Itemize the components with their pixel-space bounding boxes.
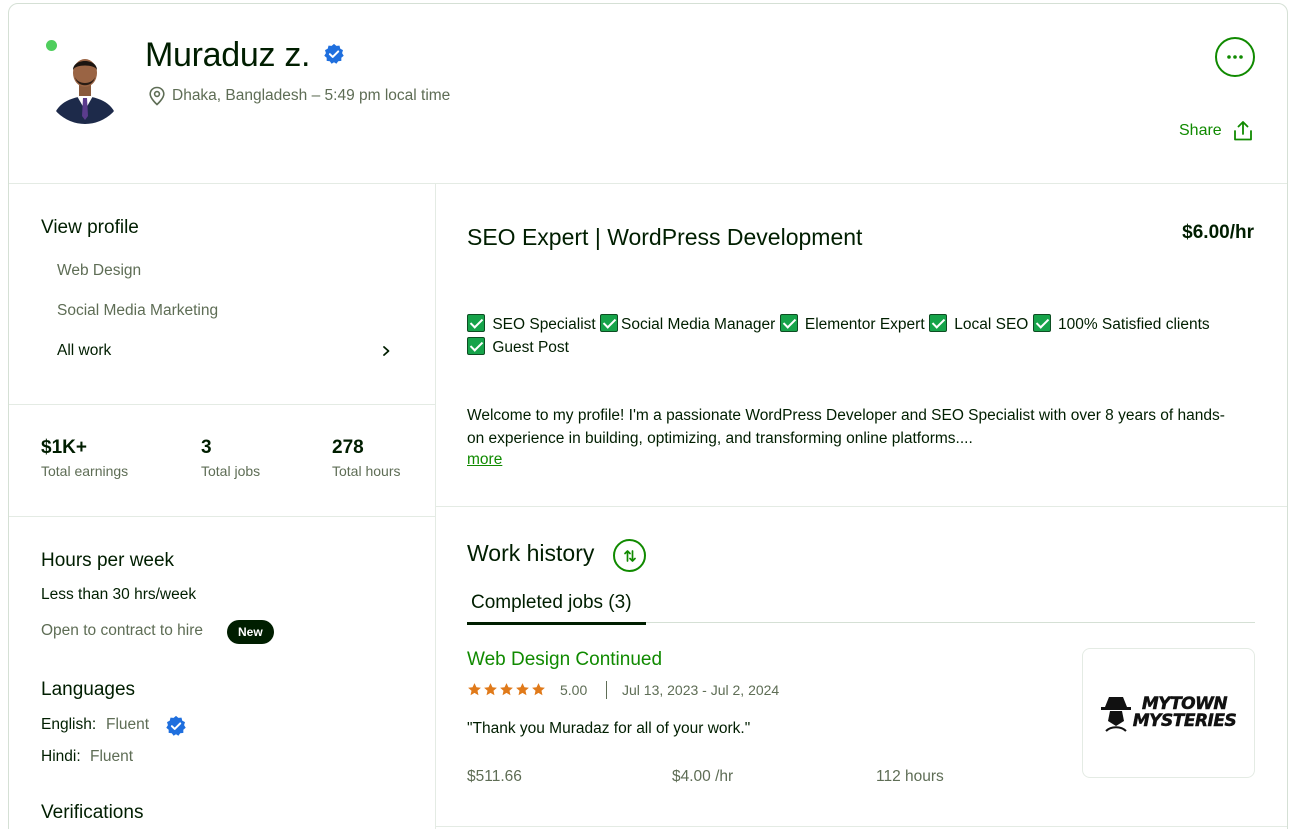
stat-total-earnings: $1K+ Total earnings <box>41 437 128 479</box>
tab-completed-jobs[interactable]: Completed jobs (3) <box>467 592 646 625</box>
stat-value: 278 <box>332 437 364 458</box>
job-rating: 5.00 <box>560 682 588 698</box>
stat-label: Total hours <box>332 463 401 479</box>
check-icon <box>600 314 619 332</box>
more-horizontal-icon <box>1227 55 1243 59</box>
profile-overview: Welcome to my profile! I'm a passionate … <box>467 404 1257 450</box>
work-history-bottom-divider <box>436 826 1287 827</box>
header-divider <box>9 183 1287 184</box>
language-name-english: English: <box>41 716 97 733</box>
freelancer-name: Muraduz z. <box>145 36 311 74</box>
share-button[interactable]: Share <box>1179 120 1254 142</box>
star-rating <box>467 682 546 697</box>
verified-badge-icon <box>166 715 186 736</box>
map-pin-icon <box>149 86 165 106</box>
sort-arrows-icon <box>623 549 636 562</box>
skill-bullet: 100% Satisfied clients <box>1057 316 1210 333</box>
check-icon <box>779 314 798 332</box>
sidebar-divider-1 <box>9 404 435 405</box>
skills-bullets: SEO Specialist Social Media Manager Elem… <box>467 313 1257 359</box>
check-icon <box>467 337 485 355</box>
star-icon <box>484 683 497 696</box>
check-icon <box>928 314 947 332</box>
client-logo-line: MYSTERIES <box>1132 711 1237 731</box>
sidebar-item-social-media-marketing[interactable]: Social Media Marketing <box>57 302 218 320</box>
chevron-right-icon[interactable] <box>380 342 392 360</box>
new-badge: New <box>227 620 274 644</box>
stat-label: Total jobs <box>201 463 261 479</box>
client-logo[interactable]: MYTOWN MYSTERIES <box>1082 648 1255 778</box>
tab-underline-track <box>646 622 1255 623</box>
job-earned: $511.66 <box>467 768 522 785</box>
skill-bullet: Social Media Manager <box>621 316 776 333</box>
skill-bullet: SEO Specialist <box>492 316 596 333</box>
job-hours: 112 hours <box>876 768 944 785</box>
sidebar-item-web-design[interactable]: Web Design <box>57 262 141 280</box>
view-profile-title: View profile <box>41 217 139 238</box>
verified-badge-icon <box>324 43 344 64</box>
location-text: Dhaka, Bangladesh – 5:49 pm local time <box>172 87 451 104</box>
overview-divider <box>436 506 1287 507</box>
client-feedback: "Thank you Muradaz for all of your work.… <box>467 720 751 737</box>
language-level-english: Fluent <box>106 716 150 733</box>
overview-line: on experience in building, optimizing, a… <box>467 430 973 447</box>
sidebar-divider-2 <box>9 516 435 517</box>
language-name-hindi: Hindi: <box>41 748 81 765</box>
job-dates: Jul 13, 2023 - Jul 2, 2024 <box>622 682 780 698</box>
hourly-rate: $6.00/hr <box>1182 222 1254 243</box>
stat-total-hours: 278 Total hours <box>332 437 400 479</box>
contract-to-hire-text: Open to contract to hire <box>41 622 203 639</box>
detective-hat-icon <box>1100 697 1131 732</box>
languages-title: Languages <box>41 679 136 700</box>
check-icon <box>467 314 485 332</box>
avatar-container <box>46 40 124 124</box>
stat-value: 3 <box>201 437 212 458</box>
profile-headline: SEO Expert | WordPress Development <box>467 224 863 250</box>
work-history-title: Work history <box>467 540 595 566</box>
share-label: Share <box>1179 122 1222 139</box>
overview-line: Welcome to my profile! I'm a passionate … <box>467 407 1225 424</box>
client-logo-content: MYTOWN MYSTERIES <box>1100 693 1237 733</box>
language-level-hindi: Fluent <box>90 748 134 765</box>
more-link[interactable]: more <box>467 451 502 469</box>
sort-button[interactable] <box>613 539 646 572</box>
job-rate: $4.00 /hr <box>672 768 734 785</box>
stat-label: Total earnings <box>41 463 129 479</box>
star-icon <box>532 683 545 696</box>
skill-bullet: Local SEO <box>954 316 1029 333</box>
avatar[interactable] <box>46 46 124 124</box>
job-title-link[interactable]: Web Design Continued <box>467 649 662 671</box>
rating-separator <box>606 681 607 699</box>
star-icon <box>516 683 529 696</box>
online-status-dot <box>46 40 57 51</box>
more-options-button[interactable] <box>1215 37 1255 77</box>
skill-bullet: Guest Post <box>492 339 569 356</box>
star-icon <box>468 683 481 696</box>
sidebar-item-all-work[interactable]: All work <box>57 342 111 360</box>
verifications-title: Verifications <box>41 802 144 823</box>
check-icon <box>1032 314 1051 332</box>
hours-per-week-value: Less than 30 hrs/week <box>41 586 197 603</box>
star-icon <box>500 683 513 696</box>
stat-value: $1K+ <box>41 437 87 458</box>
skill-bullet: Elementor Expert <box>804 316 925 333</box>
hours-per-week-title: Hours per week <box>41 550 175 571</box>
stat-total-jobs: 3 Total jobs <box>201 437 260 479</box>
client-logo-text: MYTOWN MYSTERIES <box>1132 695 1237 731</box>
location-line: Dhaka, Bangladesh – 5:49 pm local time <box>148 86 450 106</box>
share-icon <box>1233 121 1252 141</box>
